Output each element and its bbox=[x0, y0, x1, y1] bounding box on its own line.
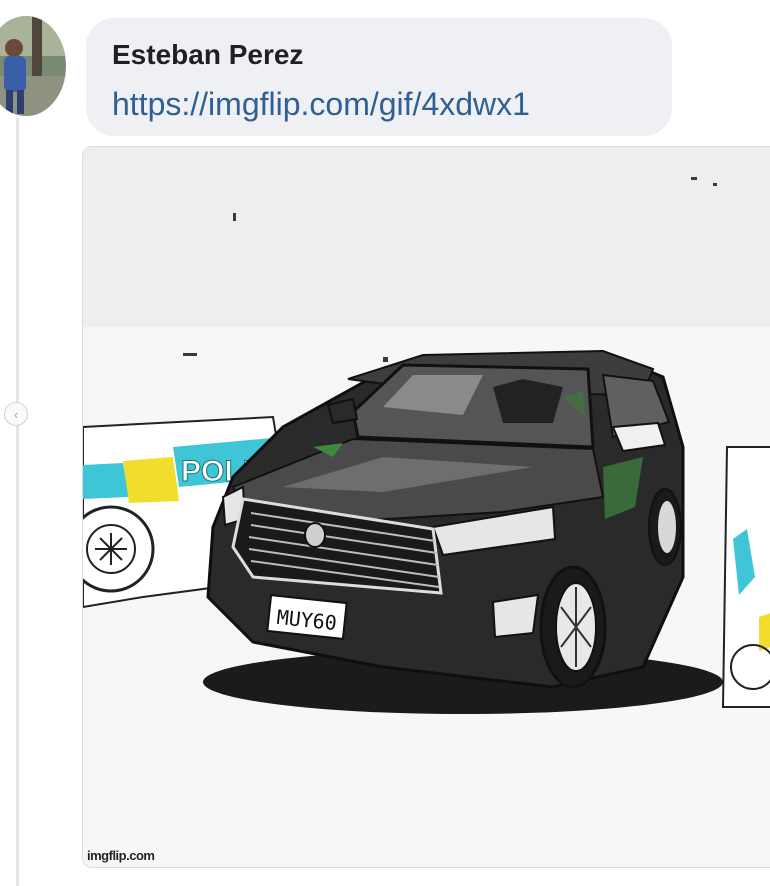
thread-line bbox=[16, 118, 19, 886]
author-name[interactable]: Esteban Perez bbox=[112, 39, 303, 71]
police-car-right bbox=[721, 446, 770, 708]
imgflip-watermark: imgflip.com bbox=[87, 848, 155, 863]
link-preview-image[interactable]: POLI MUY60 imgflip.com bbox=[82, 146, 770, 868]
avatar[interactable] bbox=[0, 16, 66, 116]
message-bubble: Esteban Perez https://imgflip.com/gif/4x… bbox=[86, 18, 672, 136]
carousel-indicator-icon[interactable]: ‹ bbox=[4, 402, 28, 426]
shared-link[interactable]: https://imgflip.com/gif/4xdwx1 bbox=[112, 86, 530, 123]
